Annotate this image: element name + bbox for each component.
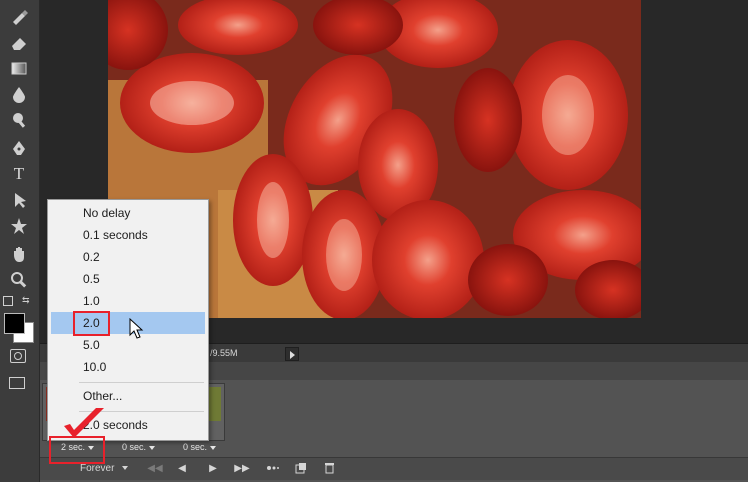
- status-menu-arrow[interactable]: [285, 347, 299, 361]
- previous-frame-icon[interactable]: ◀: [175, 461, 189, 475]
- tween-icon[interactable]: [266, 461, 280, 475]
- shape-icon[interactable]: [7, 215, 31, 237]
- dropdown-arrow-icon: [149, 445, 156, 450]
- eraser-icon[interactable]: [7, 31, 31, 53]
- menu-item-0-2[interactable]: 0.2: [48, 246, 208, 268]
- menu-item-1-0[interactable]: 1.0: [48, 290, 208, 312]
- annotation-highlight-2-0: [73, 311, 110, 336]
- menu-item-label: 0.2: [83, 250, 100, 264]
- menu-item-label: 10.0: [83, 360, 107, 374]
- menu-item-label: 5.0: [83, 338, 100, 352]
- menu-item-label: 1.0: [83, 294, 100, 308]
- next-frame-icon[interactable]: ▶▶: [233, 461, 251, 475]
- dropdown-arrow-icon: [210, 445, 217, 450]
- swap-colors-icon[interactable]: ⇆: [22, 295, 30, 306]
- zoom-icon[interactable]: [7, 269, 31, 291]
- hand-icon[interactable]: [7, 243, 31, 265]
- menu-item-label: 0.5: [83, 272, 100, 286]
- first-frame-icon[interactable]: ◀◀: [146, 461, 164, 475]
- delay-label: 0 sec.: [122, 442, 147, 452]
- document-size: /9.55M: [210, 348, 238, 358]
- menu-separator: [79, 382, 204, 383]
- delay-label: 0 sec.: [183, 442, 208, 452]
- duplicate-frame-icon[interactable]: [294, 461, 308, 475]
- mouse-cursor-icon: [129, 318, 144, 339]
- quick-mask-icon[interactable]: [10, 349, 26, 363]
- menu-item-label: Other...: [83, 389, 123, 403]
- menu-item-0-1-seconds[interactable]: 0.1 seconds: [48, 224, 208, 246]
- frame-3-delay[interactable]: 0 sec.: [183, 442, 217, 452]
- play-icon[interactable]: ▶: [206, 461, 220, 475]
- menu-item-no-delay[interactable]: No delay: [48, 202, 208, 224]
- delete-frame-icon[interactable]: [322, 461, 336, 475]
- path-select-icon[interactable]: [7, 189, 31, 211]
- menu-item-0-5[interactable]: 0.5: [48, 268, 208, 290]
- tools-panel: T ⇆: [0, 0, 40, 482]
- foreground-color-swatch[interactable]: [4, 313, 25, 334]
- menu-item-10-0[interactable]: 10.0: [48, 356, 208, 378]
- type-icon[interactable]: T: [7, 163, 31, 185]
- dropdown-arrow-icon: [122, 466, 129, 470]
- frame-2-delay[interactable]: 0 sec.: [122, 442, 156, 452]
- blur-drop-icon[interactable]: [7, 83, 31, 105]
- menu-item-label: 0.1 seconds: [83, 228, 148, 242]
- default-colors-icon[interactable]: [3, 296, 13, 306]
- dodge-icon[interactable]: [7, 109, 31, 131]
- loop-label: Forever: [80, 462, 115, 474]
- screen-mode-icon[interactable]: [9, 377, 25, 389]
- brush-icon[interactable]: [7, 5, 31, 27]
- gradient-icon[interactable]: [7, 57, 31, 79]
- annotation-check-arrow-icon: [64, 408, 104, 438]
- menu-item-label: No delay: [83, 206, 131, 220]
- pen-icon[interactable]: [7, 137, 31, 159]
